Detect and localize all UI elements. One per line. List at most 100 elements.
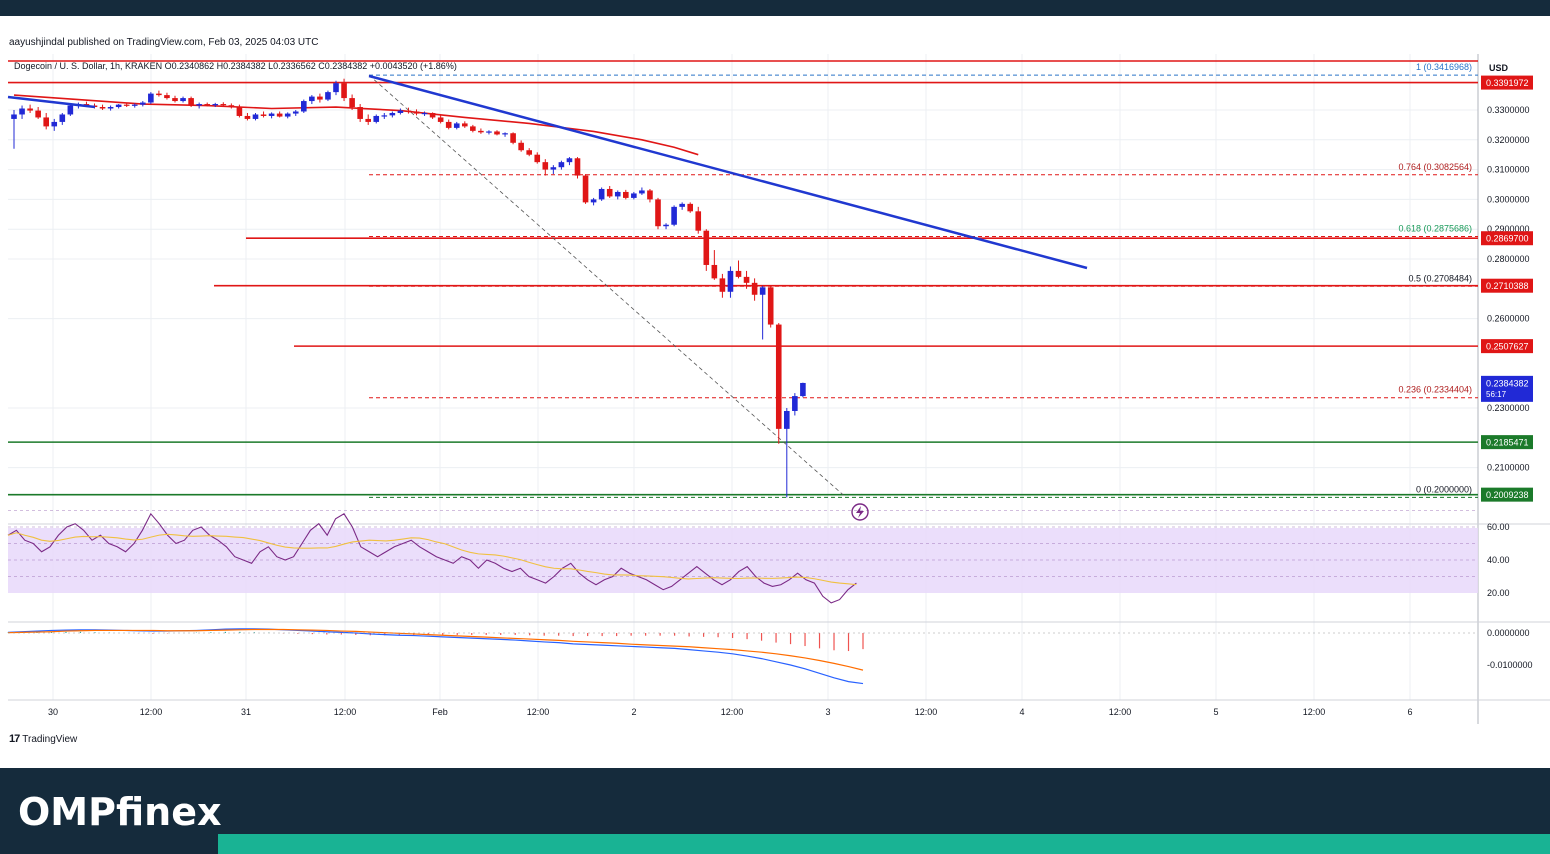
candle-body [252, 114, 259, 119]
candle-body [188, 98, 194, 106]
candle-body [462, 123, 468, 127]
candle-body [148, 93, 154, 103]
moving-average-line [13, 94, 699, 156]
time-tick: 12:00 [334, 707, 357, 717]
brand-logo: OMPfinex [18, 790, 222, 834]
current-price-text: 0.2384382 [1486, 378, 1529, 388]
candle-body [445, 121, 452, 128]
price-tick: 0.2100000 [1487, 463, 1530, 473]
candle-body [357, 107, 363, 119]
price-badge-text: 0.2009238 [1486, 490, 1529, 500]
candle-body [526, 150, 532, 155]
candle-body [317, 96, 323, 100]
candle-body [180, 98, 186, 102]
price-tick: 0.3300000 [1487, 105, 1530, 115]
candle-body [115, 104, 122, 108]
candle-body [292, 111, 299, 114]
candle-body [759, 287, 766, 295]
fib-label: 0.618 (0.2875686) [1398, 223, 1472, 233]
candle-body [381, 115, 388, 117]
candlesticks [11, 78, 806, 498]
candle-body [494, 131, 500, 135]
price-chart[interactable]: 1 (0.3416968) 0.764 (0.3082564) 0.618 (0.2… [0, 0, 1550, 730]
candle-body [598, 188, 605, 200]
candle-body [486, 131, 492, 133]
fib-label: 1 (0.3416968) [1416, 62, 1472, 72]
candle-body [542, 162, 549, 170]
candle-body [284, 113, 291, 117]
macd-panel: 0.0000000 -0.0100000 [7, 628, 1533, 685]
candle-body [719, 278, 726, 292]
candle-body [792, 396, 798, 411]
candle-body [164, 95, 170, 99]
candle-body [333, 83, 339, 93]
time-tick: 6 [1407, 707, 1412, 717]
candle-body [679, 203, 685, 207]
time-tick: 12:00 [140, 707, 163, 717]
candle-body [413, 111, 420, 114]
candle-body [534, 154, 541, 163]
time-tick: 31 [241, 707, 251, 717]
candle-body [478, 130, 484, 133]
price-badge-text: 0.2710388 [1486, 281, 1529, 291]
currency-label: USD [1489, 63, 1509, 73]
candle-body [204, 104, 210, 106]
candle-body [35, 110, 41, 118]
candle-body [775, 324, 782, 429]
fib-label: 0.236 (0.2334404) [1398, 385, 1472, 395]
candle-body [510, 133, 516, 143]
candle-body [558, 162, 565, 168]
candle-body [550, 167, 557, 170]
candle-body [767, 287, 774, 325]
price-badge-text: 0.2507627 [1486, 342, 1529, 352]
candle-body [743, 276, 750, 283]
candle-body [276, 113, 283, 117]
candle-body [623, 191, 629, 198]
time-tick: 5 [1213, 707, 1218, 717]
candle-body [582, 175, 589, 203]
candle-body [751, 282, 758, 295]
candle-body [606, 188, 613, 197]
candle-body [663, 224, 669, 227]
candle-body [59, 114, 66, 122]
candle-body [518, 142, 524, 151]
candle-body [325, 92, 331, 100]
candle-body [590, 199, 597, 203]
time-axis: 30 12:00 31 12:00 Feb 12:00 2 12:00 3 12:00 4 12:00… [48, 707, 1413, 717]
footer-stripe [218, 834, 1550, 854]
candle-body [470, 126, 476, 131]
candle-body [671, 206, 677, 225]
rsi-tick: 20.00 [1487, 588, 1510, 598]
price-badge-text: 0.2869700 [1486, 234, 1529, 244]
flash-icon[interactable] [851, 503, 869, 521]
candle-body [244, 115, 251, 119]
candle-body [140, 102, 146, 105]
candle-body [220, 104, 227, 106]
price-tick: 0.2600000 [1487, 314, 1530, 324]
rsi-tick: 40.00 [1487, 555, 1510, 565]
candle-body [784, 410, 790, 429]
tradingview-label: TradingView [22, 733, 78, 745]
fibonacci-levels: 1 (0.3416968) 0.764 (0.3082564) 0.618 (0.2… [369, 62, 1478, 498]
candle-body [631, 193, 637, 198]
candle-body [67, 105, 74, 115]
time-tick: 12:00 [527, 707, 550, 717]
rsi-tick: 60.00 [1487, 522, 1510, 532]
time-tick: 2 [631, 707, 636, 717]
candle-body [51, 121, 58, 127]
price-tick: 0.3200000 [1487, 135, 1530, 145]
candle-body [647, 190, 653, 200]
time-tick: 3 [825, 707, 830, 717]
countdown-text: 56:17 [1486, 390, 1507, 399]
candle-body [711, 264, 718, 279]
candle-body [639, 190, 645, 194]
candle-body [156, 93, 162, 96]
price-badge-text: 0.3391972 [1486, 78, 1529, 88]
candle-body [365, 118, 371, 122]
signal-line [7, 628, 864, 671]
time-tick: 4 [1019, 707, 1024, 717]
candle-body [502, 133, 508, 135]
price-tick: 0.2800000 [1487, 254, 1530, 264]
candle-body [574, 158, 581, 176]
candle-body [687, 203, 693, 212]
